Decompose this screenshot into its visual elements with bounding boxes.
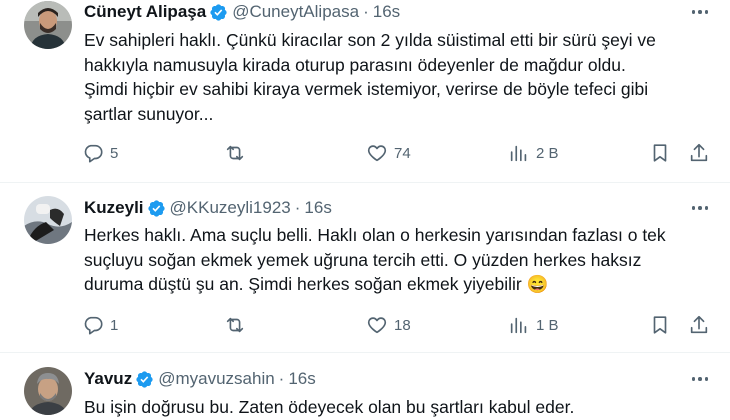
separator-dot: · [363,2,369,21]
tweet-header: Cüneyt Alipaşa @CuneytAlipasa · 16s [84,0,400,24]
reply-count: 1 [110,316,119,334]
tweet-2[interactable]: Kuzeyli @KKuzeyli1923 · 16s Herkes haklı… [0,183,730,353]
action-bar: 1 18 1 B [78,314,718,338]
author-name[interactable]: Cüneyt Alipaşa [84,2,206,22]
tweet-text-line: Herkes haklı. Ama suçlu belli. Haklı ola… [84,225,666,245]
tweet-3[interactable]: Yavuz @myavuzsahin · 16s Bu işin doğrusu… [0,353,730,420]
tweet-text: Bu işin doğrusu bu. Zaten ödeyecek olan … [84,395,714,420]
tweet-header: Kuzeyli @KKuzeyli1923 · 16s [84,196,332,220]
reply-icon [84,316,103,335]
more-options-icon[interactable] [690,369,710,389]
view-count: 1 B [536,316,559,334]
tweet-text-line: şartlar sunuyor... [84,103,214,124]
tweet-text-line: duruma düştü şu an. Şimdi herkes soğan e… [84,274,549,294]
like-icon [367,145,387,162]
verified-badge-icon [210,3,227,21]
author-name[interactable]: Yavuz [84,369,132,389]
timestamp[interactable]: 16s [288,369,315,389]
bookmark-icon [653,144,667,162]
separator-dot: · [278,369,285,388]
more-options-icon[interactable] [690,198,710,218]
reply-button[interactable]: 1 [82,314,118,336]
like-count: 18 [394,316,411,334]
share-icon [690,315,708,334]
tweet-header: Yavuz @myavuzsahin · 16s [84,367,316,391]
repost-button[interactable] [224,142,252,164]
verified-badge-icon [147,199,165,217]
repost-button[interactable] [224,314,252,336]
author-handle[interactable]: @CuneytAlipasa [232,2,359,22]
like-button[interactable]: 18 [366,314,411,336]
tweet-text-line: suçluyu soğan ekmek yemek uğruna tercih … [84,249,642,270]
tweet-text-line: hakkıyla namusuyla kirada oturup parasın… [84,54,626,75]
author-name[interactable]: Kuzeyli [84,198,144,218]
more-options-icon[interactable] [690,2,710,22]
like-button[interactable]: 74 [366,142,411,164]
tweet-text-line: Bu işin doğrusu bu. Zaten ödeyecek olan … [84,397,575,417]
repost-icon [226,145,244,161]
repost-icon [226,317,244,333]
views-icon [510,317,527,334]
author-handle[interactable]: @KKuzeyli1923 [170,198,291,218]
action-bar: 5 74 2 B [78,142,718,166]
share-icon [690,143,708,162]
share-button[interactable] [688,142,710,164]
like-icon [367,317,387,334]
share-button[interactable] [688,314,710,336]
tweet-1[interactable]: Cüneyt Alipaşa @CuneytAlipasa · 16s Ev s… [0,0,730,183]
separator-dot: · [294,198,301,217]
views-icon [510,145,527,162]
bookmark-button[interactable] [649,142,671,164]
bookmark-icon [653,316,667,334]
tweet-text-line: Şimdi hiçbir ev sahibi kiraya vermek ist… [84,79,649,99]
reply-icon [84,144,103,163]
author-handle[interactable]: @myavuzsahin [158,369,274,389]
tweet-text-line: Ev sahipleri haklı. Çünkü kiracılar son … [84,30,656,50]
timestamp[interactable]: 16s [373,2,400,22]
views-button[interactable]: 2 B [508,142,559,164]
avatar[interactable] [24,367,72,415]
verified-badge-icon [136,370,153,388]
like-count: 74 [394,144,411,162]
reply-button[interactable]: 5 [82,142,118,164]
view-count: 2 B [536,144,559,162]
tweet-text: Ev sahipleri haklı. Çünkü kiracılar son … [84,28,714,126]
views-button[interactable]: 1 B [508,314,559,336]
bookmark-button[interactable] [649,314,671,336]
avatar[interactable] [24,196,72,244]
tweet-text: Herkes haklı. Ama suçlu belli. Haklı ola… [84,223,714,297]
reply-count: 5 [110,144,119,162]
avatar[interactable] [24,1,72,49]
timestamp[interactable]: 16s [304,198,331,218]
